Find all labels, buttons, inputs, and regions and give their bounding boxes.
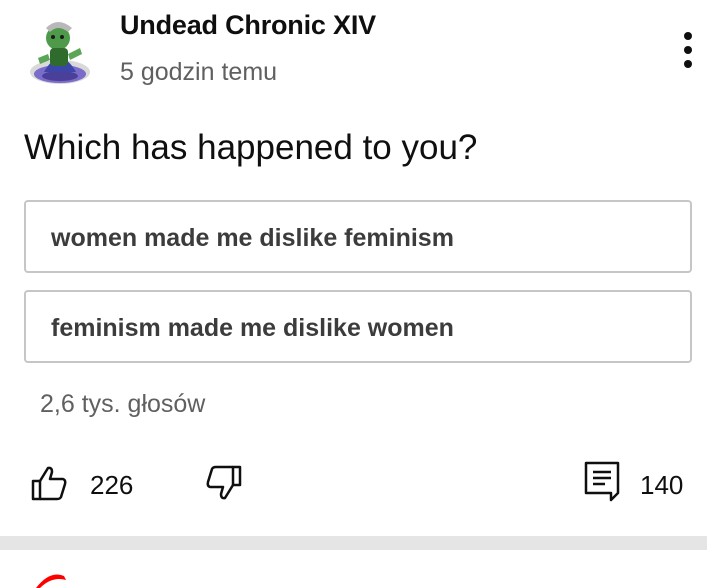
avatar[interactable]: [22, 14, 98, 90]
vote-count: 2,6 tys. głosów: [40, 390, 206, 418]
poll-option-label: feminism made me dislike women: [51, 314, 454, 342]
like-count: 226: [90, 470, 134, 500]
community-post: Undead Chronic XIV 5 godzin temu Which h…: [0, 0, 707, 536]
thumb-up-icon[interactable]: [30, 464, 68, 502]
poll-option-1[interactable]: women made me dislike feminism: [24, 200, 692, 273]
comment-count: 140: [640, 470, 684, 500]
next-post-logo-icon: [36, 574, 66, 588]
thumb-down-icon[interactable]: [205, 464, 243, 502]
author-name[interactable]: Undead Chronic XIV: [120, 10, 376, 41]
poll-option-label: women made me dislike feminism: [51, 224, 454, 252]
more-vert-icon[interactable]: [670, 28, 706, 72]
post-timestamp: 5 godzin temu: [120, 58, 278, 86]
poll-question: Which has happened to you?: [24, 128, 478, 167]
section-divider: [0, 536, 707, 550]
poll-option-2[interactable]: feminism made me dislike women: [24, 290, 692, 363]
comment-icon[interactable]: [583, 460, 621, 502]
